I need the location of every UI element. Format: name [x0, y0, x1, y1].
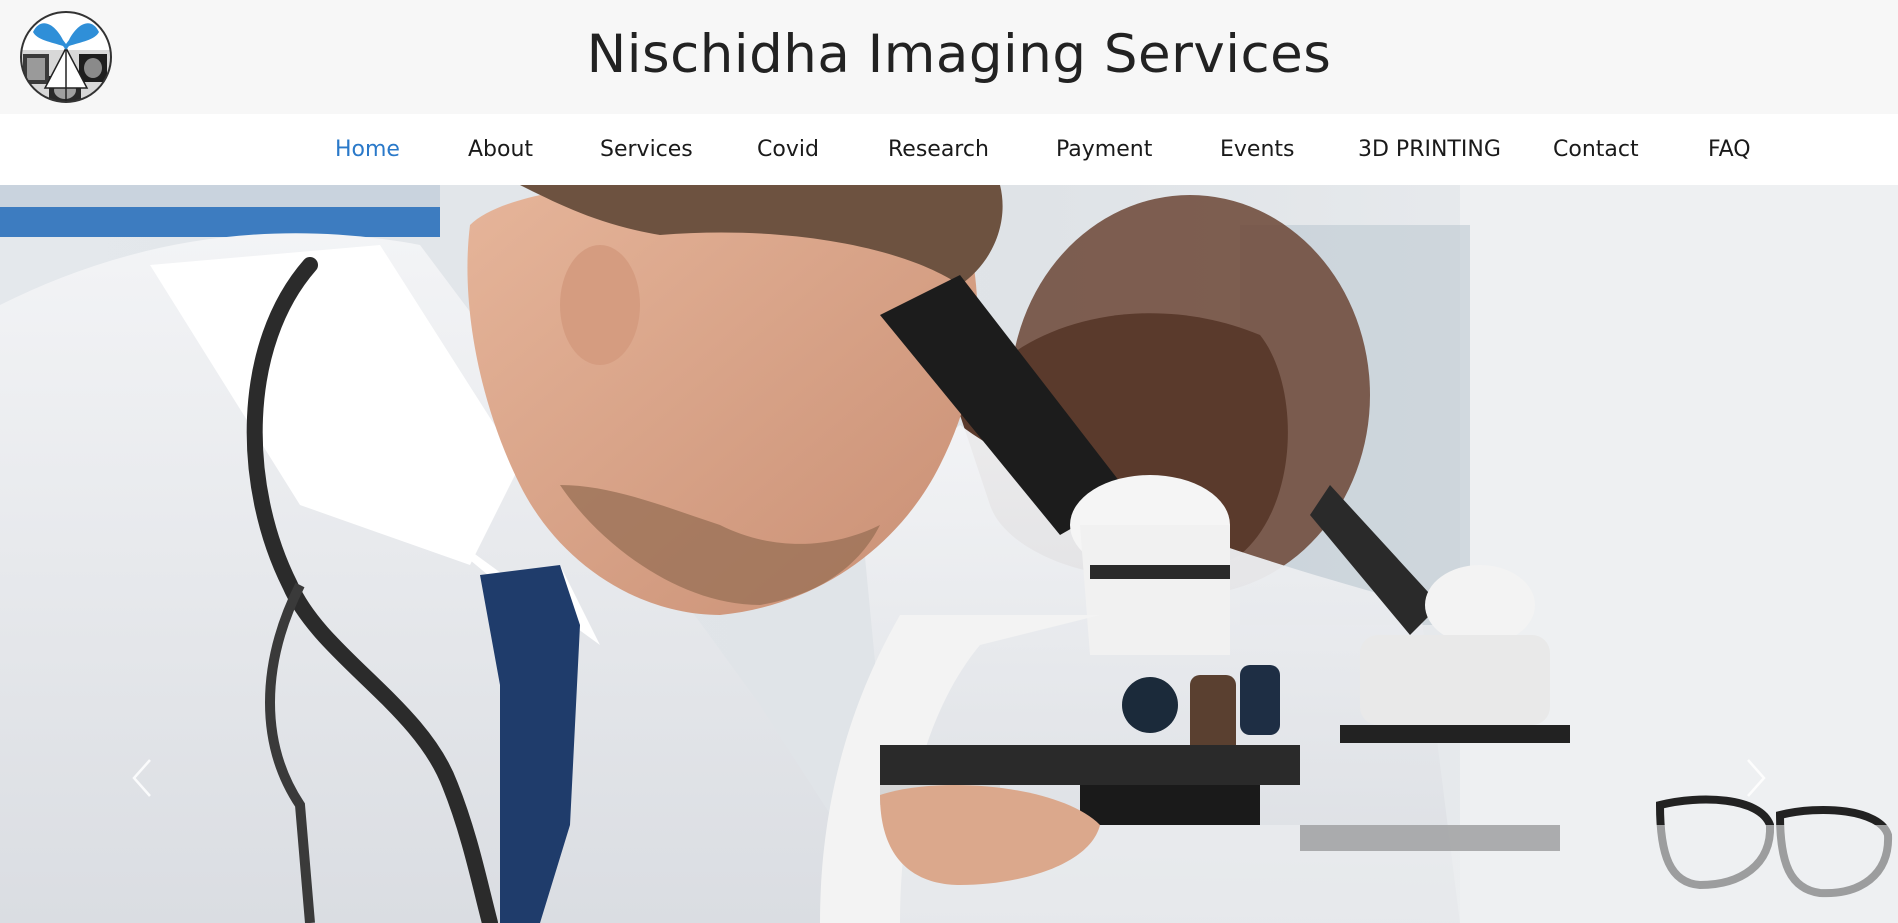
nav-faq-link[interactable]: FAQ — [1708, 136, 1751, 164]
nav-events-link[interactable]: Events — [1220, 136, 1295, 164]
nav-research-link[interactable]: Research — [888, 136, 989, 164]
slide-prev-arrow[interactable] — [124, 750, 160, 806]
nav-contact-link[interactable]: Contact — [1553, 136, 1639, 164]
nav-payment-link[interactable]: Payment — [1056, 136, 1152, 164]
chevron-left-icon — [132, 759, 151, 797]
slide-next-arrow[interactable] — [1738, 750, 1774, 806]
hero-slide-image — [0, 185, 1898, 923]
chevron-right-icon — [1747, 759, 1766, 797]
nav-home-link[interactable]: Home — [335, 136, 400, 164]
site-header: Nischidha Imaging Services — [0, 0, 1898, 114]
hero-slideshow — [0, 185, 1898, 923]
site-title: Nischidha Imaging Services — [586, 24, 1332, 85]
nav-3d-printing-link[interactable]: 3D PRINTING — [1358, 136, 1501, 164]
nav-covid-link[interactable]: Covid — [757, 136, 819, 164]
nav-services-link[interactable]: Services — [600, 136, 693, 164]
nav-about-link[interactable]: About — [468, 136, 533, 164]
main-navigation: Home About Services Covid Research Payme… — [0, 114, 1898, 185]
